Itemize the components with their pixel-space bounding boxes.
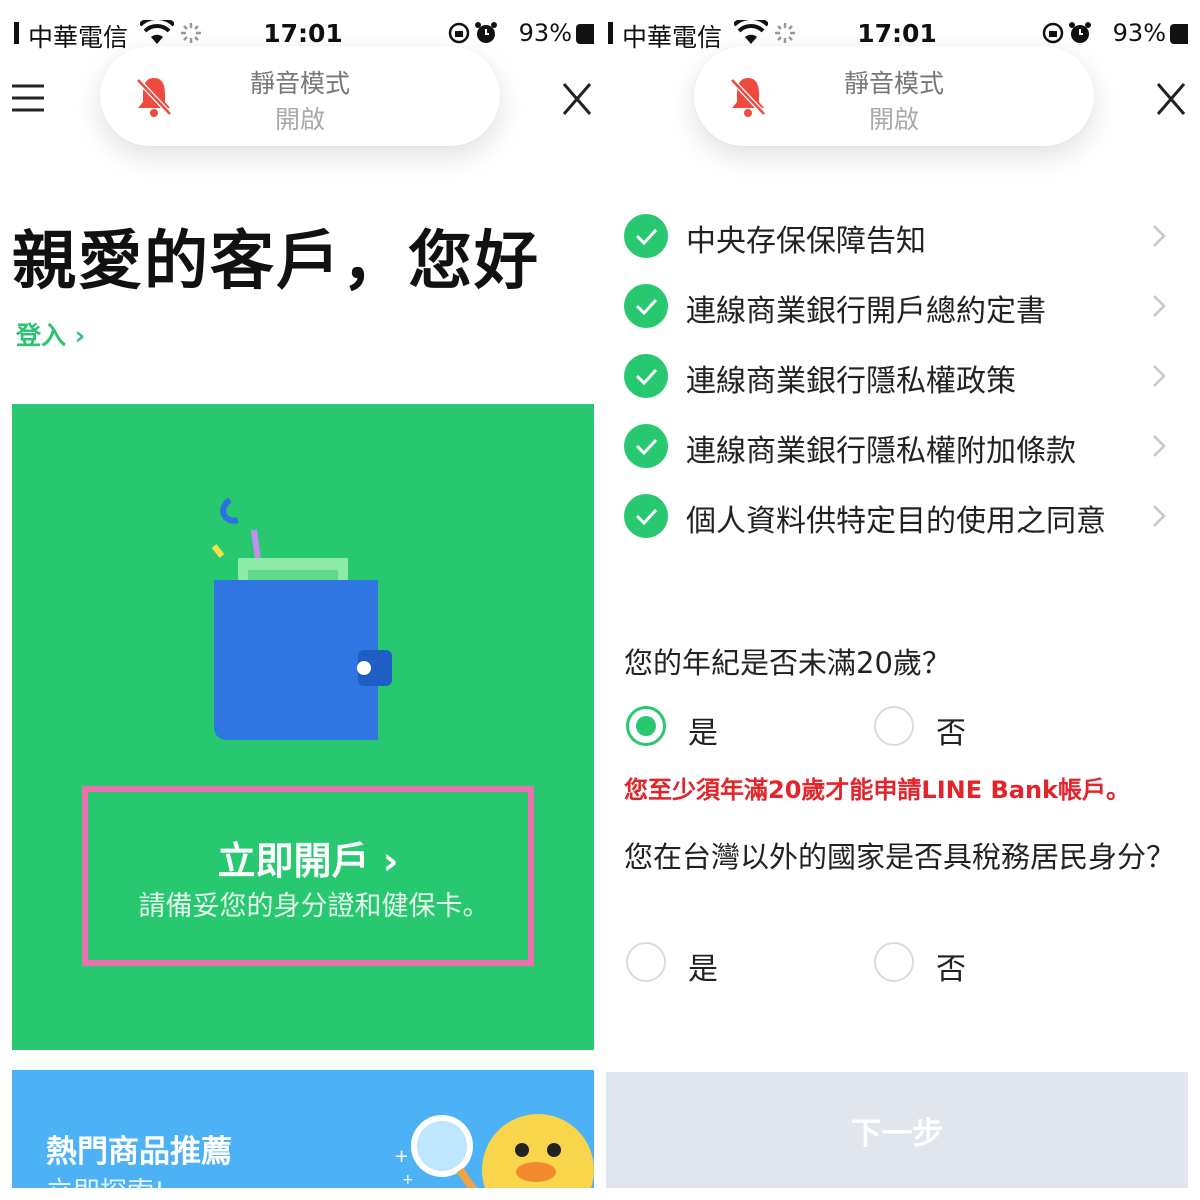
clock: 17:01 — [857, 19, 937, 48]
rotation-lock-icon — [448, 22, 470, 44]
age-no-radio[interactable] — [874, 706, 914, 746]
check-circle-icon — [624, 494, 668, 538]
age-yes-label: 是 — [688, 716, 718, 751]
hot-products-title: 熱門商品推薦 — [46, 1134, 232, 1170]
age-question: 您的年紀是否未滿20歲？ — [624, 646, 951, 680]
greeting-title: 親愛的客戶，您好 — [12, 225, 540, 299]
tax-yes-radio[interactable] — [626, 942, 666, 982]
toast-subtitle: 開啟 — [274, 105, 325, 134]
age-radio-group: 是 否 — [626, 706, 1166, 752]
alarm-icon — [475, 22, 497, 43]
clock: 17:01 — [263, 19, 343, 48]
open-account-hint: 請備妥您的身分證和健保卡。 — [138, 891, 490, 922]
open-account-card[interactable]: 立即開戶 › 請備妥您的身分證和健保卡。 — [12, 404, 594, 1050]
menu-icon[interactable] — [12, 82, 46, 114]
agreement-item-personal-data[interactable]: 個人資料供特定目的使用之同意 — [624, 490, 1184, 560]
battery-icon — [1170, 24, 1188, 44]
next-step-label: 下一步 — [850, 1116, 944, 1152]
agreement-item-deposit-insurance[interactable]: 中央存保保障告知 — [624, 210, 1184, 280]
open-account-button-label[interactable]: 立即開戶 › — [88, 830, 528, 885]
hot-products-card[interactable]: 熱門商品推薦 立即探索! + + — [12, 1070, 594, 1188]
next-step-button[interactable]: 下一步 — [606, 1072, 1188, 1188]
agreement-label: 個人資料供特定目的使用之同意 — [686, 504, 1106, 539]
login-link[interactable]: 登入 › — [16, 316, 85, 352]
toast-subtitle: 開啟 — [868, 105, 919, 134]
duck-icon — [482, 1114, 594, 1188]
check-circle-icon — [624, 214, 668, 258]
battery-percent: 93% — [518, 19, 572, 47]
tax-residency-question: 您在台灣以外的國家是否具稅務居民身分？ — [624, 840, 1176, 874]
svg-text:+: + — [394, 1146, 409, 1167]
silent-mode-toast: 靜音模式 開啟 — [100, 46, 500, 146]
agreement-label: 連線商業銀行開戶總約定書 — [686, 294, 1046, 329]
svg-text:+: + — [402, 1172, 414, 1188]
agreement-label: 連線商業銀行隱私權政策 — [686, 364, 1016, 399]
left-screen: 中華電信 17:01 93% 靜音模式 開啟 親愛的客戶，您好 登入 › 立即開… — [12, 12, 594, 1188]
check-circle-icon — [624, 424, 668, 468]
chevron-right-icon — [1153, 505, 1166, 527]
wallet-icon — [211, 497, 392, 740]
agreement-list: 中央存保保障告知 連線商業銀行開戶總約定書 連線商業銀行隱私權政策 連線商業銀行… — [624, 210, 1184, 560]
toast-title: 靜音模式 — [843, 69, 944, 98]
check-circle-icon — [624, 354, 668, 398]
battery-icon — [576, 24, 594, 44]
tax-no-label: 否 — [936, 952, 966, 987]
right-screen: 中華電信 17:01 93% 靜音模式 開啟 中央存保保障告知 連線商業銀行開戶… — [606, 12, 1188, 1188]
battery-percent: 93% — [1112, 19, 1166, 47]
agreement-label: 中央存保保障告知 — [686, 224, 926, 259]
agreement-item-privacy-addendum[interactable]: 連線商業銀行隱私權附加條款 — [624, 420, 1184, 490]
hot-products-subtitle: 立即探索! — [46, 1170, 165, 1188]
agreement-item-account-terms[interactable]: 連線商業銀行開戶總約定書 — [624, 280, 1184, 350]
toast-title: 靜音模式 — [249, 69, 350, 98]
agreement-item-privacy-policy[interactable]: 連線商業銀行隱私權政策 — [624, 350, 1184, 420]
age-yes-radio[interactable] — [626, 706, 666, 746]
chevron-right-icon — [1153, 365, 1166, 387]
agreement-label: 連線商業銀行隱私權附加條款 — [686, 434, 1076, 469]
chevron-right-icon — [1153, 295, 1166, 317]
close-icon[interactable] — [562, 82, 592, 116]
check-circle-icon — [624, 284, 668, 328]
rotation-lock-icon — [1042, 22, 1064, 44]
age-error-message: 您至少須年滿20歲才能申請LINE Bank帳戶。 — [624, 776, 1130, 804]
tax-radio-group: 是 否 — [626, 942, 1166, 988]
alarm-icon — [1069, 22, 1091, 43]
close-icon[interactable] — [1156, 82, 1186, 116]
chevron-right-icon — [1153, 435, 1166, 457]
silent-mode-toast: 靜音模式 開啟 — [694, 46, 1094, 146]
open-account-highlight[interactable]: 立即開戶 › 請備妥您的身分證和健保卡。 — [82, 786, 534, 966]
tax-yes-label: 是 — [688, 952, 718, 987]
age-no-label: 否 — [936, 716, 966, 751]
tax-no-radio[interactable] — [874, 942, 914, 982]
chevron-right-icon — [1153, 225, 1166, 247]
